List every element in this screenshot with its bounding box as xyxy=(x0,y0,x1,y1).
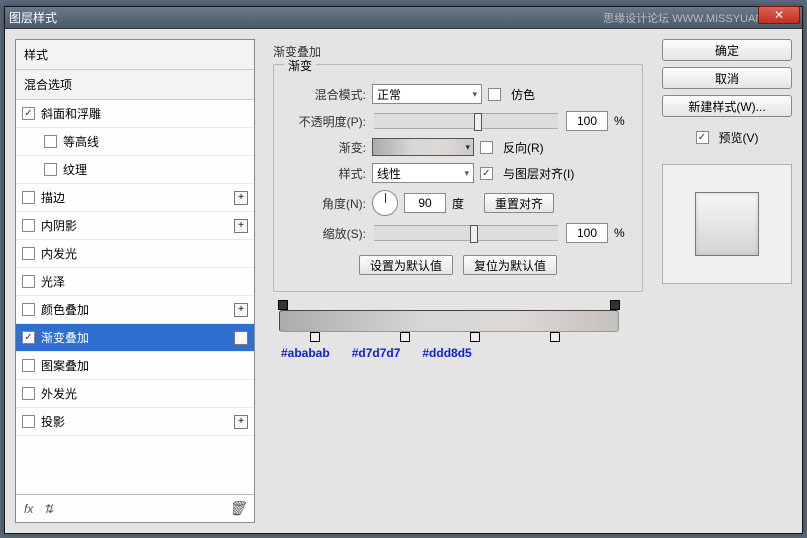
effect-checkbox[interactable] xyxy=(22,331,35,344)
opacity-input[interactable]: 100 xyxy=(566,111,608,131)
add-effect-icon[interactable]: + xyxy=(234,303,248,317)
effect-label: 图案叠加 xyxy=(41,357,89,374)
effect-checkbox[interactable] xyxy=(22,191,35,204)
effect-label: 纹理 xyxy=(63,161,87,178)
color-stop[interactable] xyxy=(400,332,410,342)
gradient-label: 渐变: xyxy=(288,139,366,156)
reset-default-button[interactable]: 复位为默认值 xyxy=(463,255,557,275)
angle-dial[interactable] xyxy=(372,190,398,216)
effect-checkbox[interactable] xyxy=(22,359,35,372)
ok-button[interactable]: 确定 xyxy=(662,39,792,61)
effect-item-0[interactable]: 斜面和浮雕 xyxy=(16,100,254,128)
opacity-label: 不透明度(P): xyxy=(288,113,366,130)
effect-checkbox[interactable] xyxy=(22,247,35,260)
fx-icon[interactable]: fx xyxy=(24,502,33,516)
set-default-button[interactable]: 设置为默认值 xyxy=(359,255,453,275)
effect-item-1[interactable]: 等高线 xyxy=(16,128,254,156)
effect-item-10[interactable]: 外发光 xyxy=(16,380,254,408)
effect-checkbox[interactable] xyxy=(22,387,35,400)
trash-icon[interactable]: 🗑 xyxy=(228,500,246,517)
add-effect-icon[interactable]: + xyxy=(234,415,248,429)
effect-item-2[interactable]: 纹理 xyxy=(16,156,254,184)
effect-checkbox[interactable] xyxy=(22,219,35,232)
close-button[interactable]: ✕ xyxy=(758,6,800,24)
dither-checkbox[interactable]: 仿色 xyxy=(488,86,535,103)
gradient-picker[interactable]: ▾ xyxy=(372,138,474,156)
sidebar-header-blend[interactable]: 混合选项 xyxy=(16,70,254,100)
sidebar-footer: fx ⇅ 🗑 xyxy=(16,494,254,522)
dialog-buttons: 确定 取消 新建样式(W)... 预览(V) xyxy=(662,39,792,523)
window-title: 图层样式 xyxy=(9,9,603,26)
effect-checkbox[interactable] xyxy=(22,275,35,288)
effect-label: 投影 xyxy=(41,413,65,430)
effect-label: 内发光 xyxy=(41,245,77,262)
blend-mode-select[interactable]: 正常▾ xyxy=(372,84,482,104)
preview-box xyxy=(662,164,792,284)
effect-checkbox[interactable] xyxy=(22,107,35,120)
panel-title: 渐变叠加 xyxy=(269,43,654,60)
angle-label: 角度(N): xyxy=(288,195,366,212)
style-label: 样式: xyxy=(288,165,366,182)
blend-mode-label: 混合模式: xyxy=(288,86,366,103)
reset-align-button[interactable]: 重置对齐 xyxy=(484,193,554,213)
color-stop[interactable] xyxy=(550,332,560,342)
effect-label: 渐变叠加 xyxy=(41,329,89,346)
effect-item-3[interactable]: 描边 + xyxy=(16,184,254,212)
chevron-down-icon: ▾ xyxy=(465,142,470,153)
effect-label: 外发光 xyxy=(41,385,77,402)
opacity-stop[interactable] xyxy=(278,300,288,310)
new-style-button[interactable]: 新建样式(W)... xyxy=(662,95,792,117)
effect-label: 等高线 xyxy=(63,133,99,150)
preview-checkbox[interactable]: 预览(V) xyxy=(662,129,792,146)
effect-item-8[interactable]: 渐变叠加 + xyxy=(16,324,254,352)
chevron-down-icon: ▾ xyxy=(464,168,469,179)
styles-sidebar: 样式 混合选项 斜面和浮雕等高线纹理描边 + 内阴影 + 内发光光泽颜色叠加 + 渐变叠加 +… xyxy=(15,39,255,523)
reorder-icon[interactable]: ⇅ xyxy=(43,502,53,516)
effect-checkbox[interactable] xyxy=(22,415,35,428)
chevron-down-icon: ▾ xyxy=(472,89,477,100)
titlebar[interactable]: 图层样式 思缘设计论坛 WWW.MISSYUAN.COM ✕ xyxy=(5,7,802,29)
add-effect-icon[interactable]: + xyxy=(234,331,248,345)
effect-label: 斜面和浮雕 xyxy=(41,105,101,122)
cancel-button[interactable]: 取消 xyxy=(662,67,792,89)
effect-item-11[interactable]: 投影 + xyxy=(16,408,254,436)
scale-label: 缩放(S): xyxy=(288,225,366,242)
gradient-editor[interactable]: #ababab #d7d7d7 #ddd8d5 xyxy=(279,310,619,360)
add-effect-icon[interactable]: + xyxy=(234,191,248,205)
effects-list: 斜面和浮雕等高线纹理描边 + 内阴影 + 内发光光泽颜色叠加 + 渐变叠加 + 图案叠加外发光投… xyxy=(16,100,254,494)
scale-slider[interactable] xyxy=(374,225,558,241)
options-panel: 渐变叠加 渐变 混合模式: 正常▾ 仿色 不透明度(P): 100 % xyxy=(263,39,654,523)
effect-checkbox[interactable] xyxy=(22,303,35,316)
align-checkbox[interactable]: 与图层对齐(I) xyxy=(480,165,574,182)
opacity-stop[interactable] xyxy=(610,300,620,310)
effect-item-6[interactable]: 光泽 xyxy=(16,268,254,296)
effect-label: 颜色叠加 xyxy=(41,301,89,318)
effect-label: 描边 xyxy=(41,189,65,206)
close-icon: ✕ xyxy=(774,8,784,22)
sidebar-header-styles[interactable]: 样式 xyxy=(16,40,254,70)
color-stop[interactable] xyxy=(310,332,320,342)
effect-item-4[interactable]: 内阴影 + xyxy=(16,212,254,240)
color-stop[interactable] xyxy=(470,332,480,342)
effect-label: 光泽 xyxy=(41,273,65,290)
add-effect-icon[interactable]: + xyxy=(234,219,248,233)
angle-input[interactable]: 90 xyxy=(404,193,446,213)
effect-checkbox[interactable] xyxy=(44,163,57,176)
effect-item-5[interactable]: 内发光 xyxy=(16,240,254,268)
effect-checkbox[interactable] xyxy=(44,135,57,148)
layer-style-dialog: 图层样式 思缘设计论坛 WWW.MISSYUAN.COM ✕ 样式 混合选项 斜… xyxy=(4,6,803,534)
reverse-checkbox[interactable]: 反向(R) xyxy=(480,139,544,156)
color-annotations: #ababab #d7d7d7 #ddd8d5 xyxy=(279,346,619,360)
group-legend: 渐变 xyxy=(284,57,316,74)
effect-item-9[interactable]: 图案叠加 xyxy=(16,352,254,380)
effect-item-7[interactable]: 颜色叠加 + xyxy=(16,296,254,324)
gradient-bar[interactable] xyxy=(279,310,619,332)
opacity-slider[interactable] xyxy=(374,113,558,129)
style-select[interactable]: 线性▾ xyxy=(372,163,474,183)
effect-label: 内阴影 xyxy=(41,217,77,234)
gradient-group: 渐变 混合模式: 正常▾ 仿色 不透明度(P): 100 % xyxy=(273,64,643,292)
preview-swatch xyxy=(695,192,759,256)
scale-input[interactable]: 100 xyxy=(566,223,608,243)
